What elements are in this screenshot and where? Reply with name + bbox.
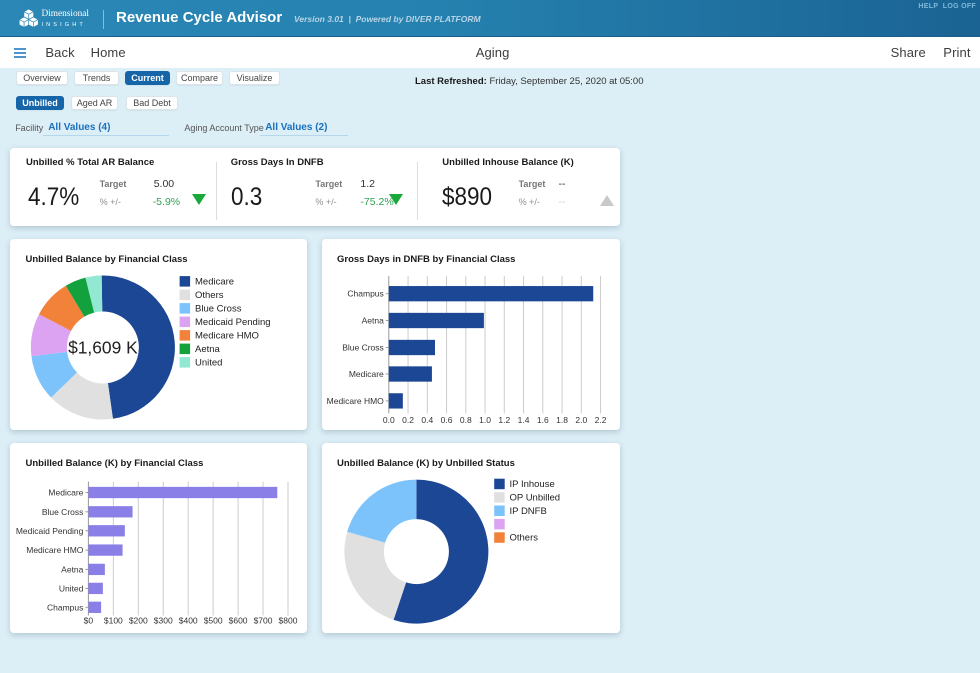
- svg-text:1.6: 1.6: [537, 415, 549, 425]
- svg-text:1.0: 1.0: [479, 415, 491, 425]
- svg-text:Aetna: Aetna: [61, 564, 83, 574]
- svg-text:Medicare HMO: Medicare HMO: [26, 545, 84, 555]
- svg-text:$300: $300: [154, 616, 173, 626]
- svg-text:Medicaid Pending: Medicaid Pending: [195, 317, 271, 328]
- svg-text:Aetna: Aetna: [195, 344, 221, 355]
- svg-text:$0: $0: [84, 616, 94, 626]
- svg-text:2.0: 2.0: [575, 415, 587, 425]
- svg-text:United: United: [195, 358, 222, 369]
- svg-text:Aetna: Aetna: [362, 316, 384, 326]
- svg-text:Medicare HMO: Medicare HMO: [327, 396, 385, 406]
- svg-text:Medicaid Pending: Medicaid Pending: [16, 526, 84, 536]
- svg-text:0.0: 0.0: [383, 415, 395, 425]
- svg-text:OP Unbilled: OP Unbilled: [510, 493, 561, 504]
- svg-text:Blue Cross: Blue Cross: [42, 507, 84, 517]
- svg-text:Medicare: Medicare: [349, 369, 384, 379]
- svg-text:$800: $800: [279, 616, 298, 626]
- svg-text:Medicare HMO: Medicare HMO: [195, 331, 259, 342]
- svg-text:0.2: 0.2: [402, 415, 414, 425]
- svg-text:0.8: 0.8: [460, 415, 472, 425]
- svg-text:Others: Others: [510, 533, 539, 544]
- svg-text:Champus: Champus: [347, 289, 383, 299]
- svg-text:$200: $200: [129, 616, 148, 626]
- svg-text:$600: $600: [229, 616, 248, 626]
- svg-text:Champus: Champus: [47, 602, 83, 612]
- svg-text:$500: $500: [204, 616, 223, 626]
- svg-text:$400: $400: [179, 616, 198, 626]
- svg-text:$700: $700: [254, 616, 273, 626]
- svg-text:1.4: 1.4: [518, 415, 530, 425]
- svg-text:IP Inhouse: IP Inhouse: [510, 479, 555, 490]
- svg-text:1.8: 1.8: [556, 415, 568, 425]
- svg-text:$1,609 K: $1,609 K: [68, 338, 138, 358]
- svg-text:Blue Cross: Blue Cross: [195, 304, 242, 315]
- svg-text:Medicare: Medicare: [195, 277, 234, 288]
- svg-text:Medicare: Medicare: [48, 488, 83, 498]
- svg-text:0.4: 0.4: [421, 415, 433, 425]
- svg-text:1.2: 1.2: [498, 415, 510, 425]
- svg-text:2.2: 2.2: [595, 415, 607, 425]
- svg-text:0.6: 0.6: [441, 415, 453, 425]
- svg-text:Others: Others: [195, 290, 224, 301]
- svg-text:Blue Cross: Blue Cross: [342, 343, 384, 353]
- svg-text:IP DNFB: IP DNFB: [510, 506, 547, 517]
- svg-text:United: United: [59, 583, 84, 593]
- svg-text:$100: $100: [104, 616, 123, 626]
